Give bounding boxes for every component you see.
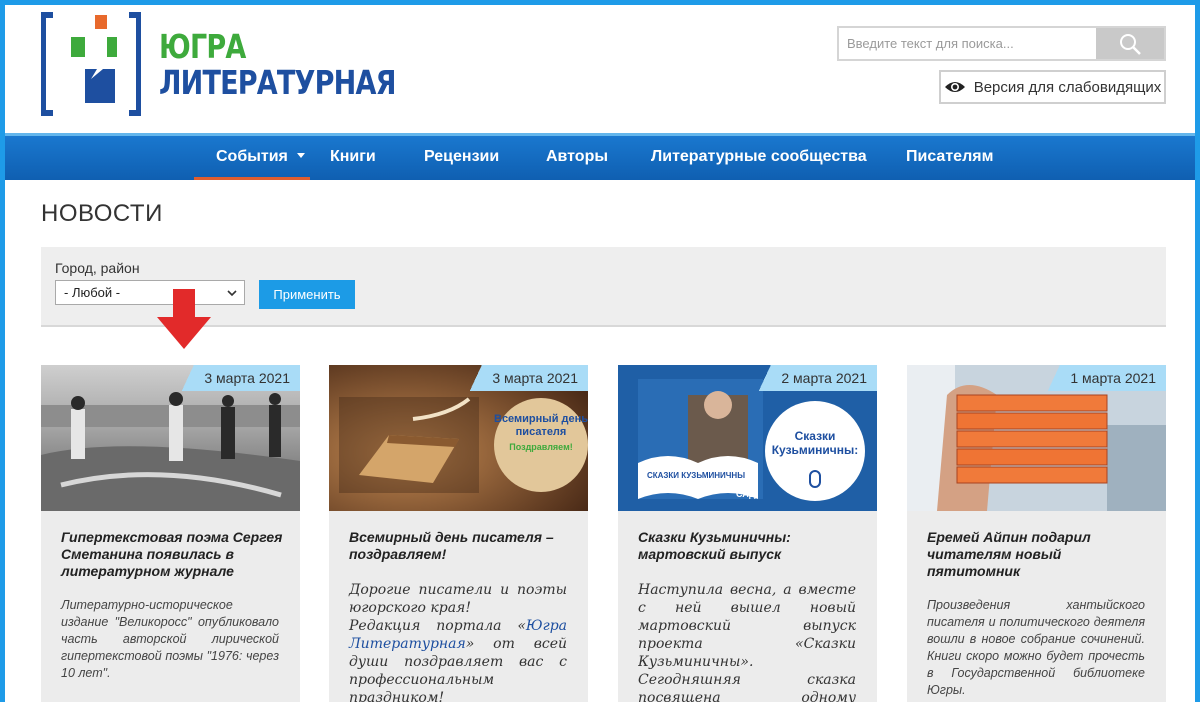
nav-item-authors[interactable]: Авторы: [546, 136, 608, 180]
news-card[interactable]: Всемирный день писателя Поздравляем! 3 м…: [329, 365, 588, 702]
news-title[interactable]: Еремей Айпин подарил читателям новый пят…: [927, 529, 1152, 580]
chevron-down-icon[interactable]: [297, 153, 305, 158]
badge-line-1: Сказки: [794, 429, 836, 443]
logo-text: ЮГРА ЛИТЕРАТУРНАЯ: [159, 29, 396, 101]
badge-line-2: Кузьминичны:: [771, 443, 859, 457]
news-date: 3 марта 2021: [462, 365, 588, 391]
news-title[interactable]: Всемирный день писателя – поздравляем!: [349, 529, 574, 563]
news-excerpt: Наступила весна, а вместе с ней вышел но…: [638, 582, 856, 702]
news-date: 3 марта 2021: [174, 365, 300, 391]
low-vision-label: Версия для слабовидящих: [973, 78, 1162, 96]
badge-line-1: Всемирный день: [494, 413, 588, 425]
fairy-tales-badge: Сказки Кузьминичны:: [766, 429, 864, 457]
site-logo[interactable]: ЮГРА ЛИТЕРАТУРНАЯ: [41, 11, 396, 117]
news-card[interactable]: СКАЗКИ КУЗЬМИНИЧНЫ САД Сказки Кузьминичн…: [618, 365, 877, 702]
red-arrow-icon: [157, 289, 211, 349]
page-frame: ЮГРА ЛИТЕРАТУРНАЯ Версия для слабовидящи…: [0, 0, 1200, 702]
nav-item-literary-communities[interactable]: Литературные сообщества: [651, 136, 867, 180]
news-card[interactable]: 3 марта 2021 Гипертекстовая поэма Сергея…: [41, 365, 300, 702]
filter-label: Город, район: [55, 260, 140, 276]
page-title: НОВОСТИ: [41, 200, 163, 227]
search-icon: [1120, 33, 1141, 55]
news-excerpt: Дорогие писатели и поэты югорского края!…: [349, 581, 567, 702]
excerpt-part: Дорогие писатели и поэты югорского края!: [349, 582, 567, 616]
news-date: 2 марта 2021: [751, 365, 877, 391]
news-title[interactable]: Сказки Кузьминичны: мартовский выпуск: [638, 529, 863, 563]
eye-icon: [944, 82, 965, 92]
nav-item-events[interactable]: События: [194, 136, 310, 180]
news-date: 1 марта 2021: [1040, 365, 1166, 391]
low-vision-version-button[interactable]: Версия для слабовидящих: [939, 70, 1166, 104]
writers-day-badge: Всемирный день писателя Поздравляем!: [494, 413, 588, 454]
corner-label: САД: [736, 489, 756, 499]
apply-button[interactable]: Применить: [259, 280, 355, 309]
excerpt-part: Редакция портала «: [349, 618, 526, 634]
nav-item-reviews[interactable]: Рецензии: [424, 136, 499, 180]
logo-mark-icon: [41, 12, 141, 116]
chevron-down-icon: [227, 290, 237, 297]
search-button[interactable]: [1096, 28, 1164, 59]
nav-item-books[interactable]: Книги: [330, 136, 376, 180]
select-value: - Любой -: [64, 285, 121, 300]
site-header: ЮГРА ЛИТЕРАТУРНАЯ Версия для слабовидящи…: [5, 5, 1195, 133]
logo-line-1: ЮГРА: [159, 27, 246, 66]
badge-line-3: Поздравляем!: [509, 442, 573, 452]
logo-line-2: ЛИТЕРАТУРНАЯ: [159, 63, 396, 102]
nav-item-for-writers[interactable]: Писателям: [906, 136, 993, 180]
news-card[interactable]: 1 марта 2021 Еремей Айпин подарил читате…: [907, 365, 1166, 702]
city-district-select[interactable]: - Любой -: [55, 280, 245, 305]
badge-line-2: писателя: [515, 426, 567, 438]
news-excerpt: Литературно-историческое издание "Велико…: [61, 598, 279, 680]
book-text: СКАЗКИ КУЗЬМИНИЧНЫ: [646, 471, 746, 480]
news-title[interactable]: Гипертекстовая поэма Сергея Сметанина по…: [61, 529, 286, 580]
nav-item-label: События: [216, 148, 288, 165]
news-excerpt: Произведения хантыйского писателя и поли…: [927, 598, 1145, 697]
search-input[interactable]: [839, 28, 1096, 59]
main-nav: События Книги Рецензии Авторы Литературн…: [5, 133, 1195, 180]
search-box: [837, 26, 1166, 61]
